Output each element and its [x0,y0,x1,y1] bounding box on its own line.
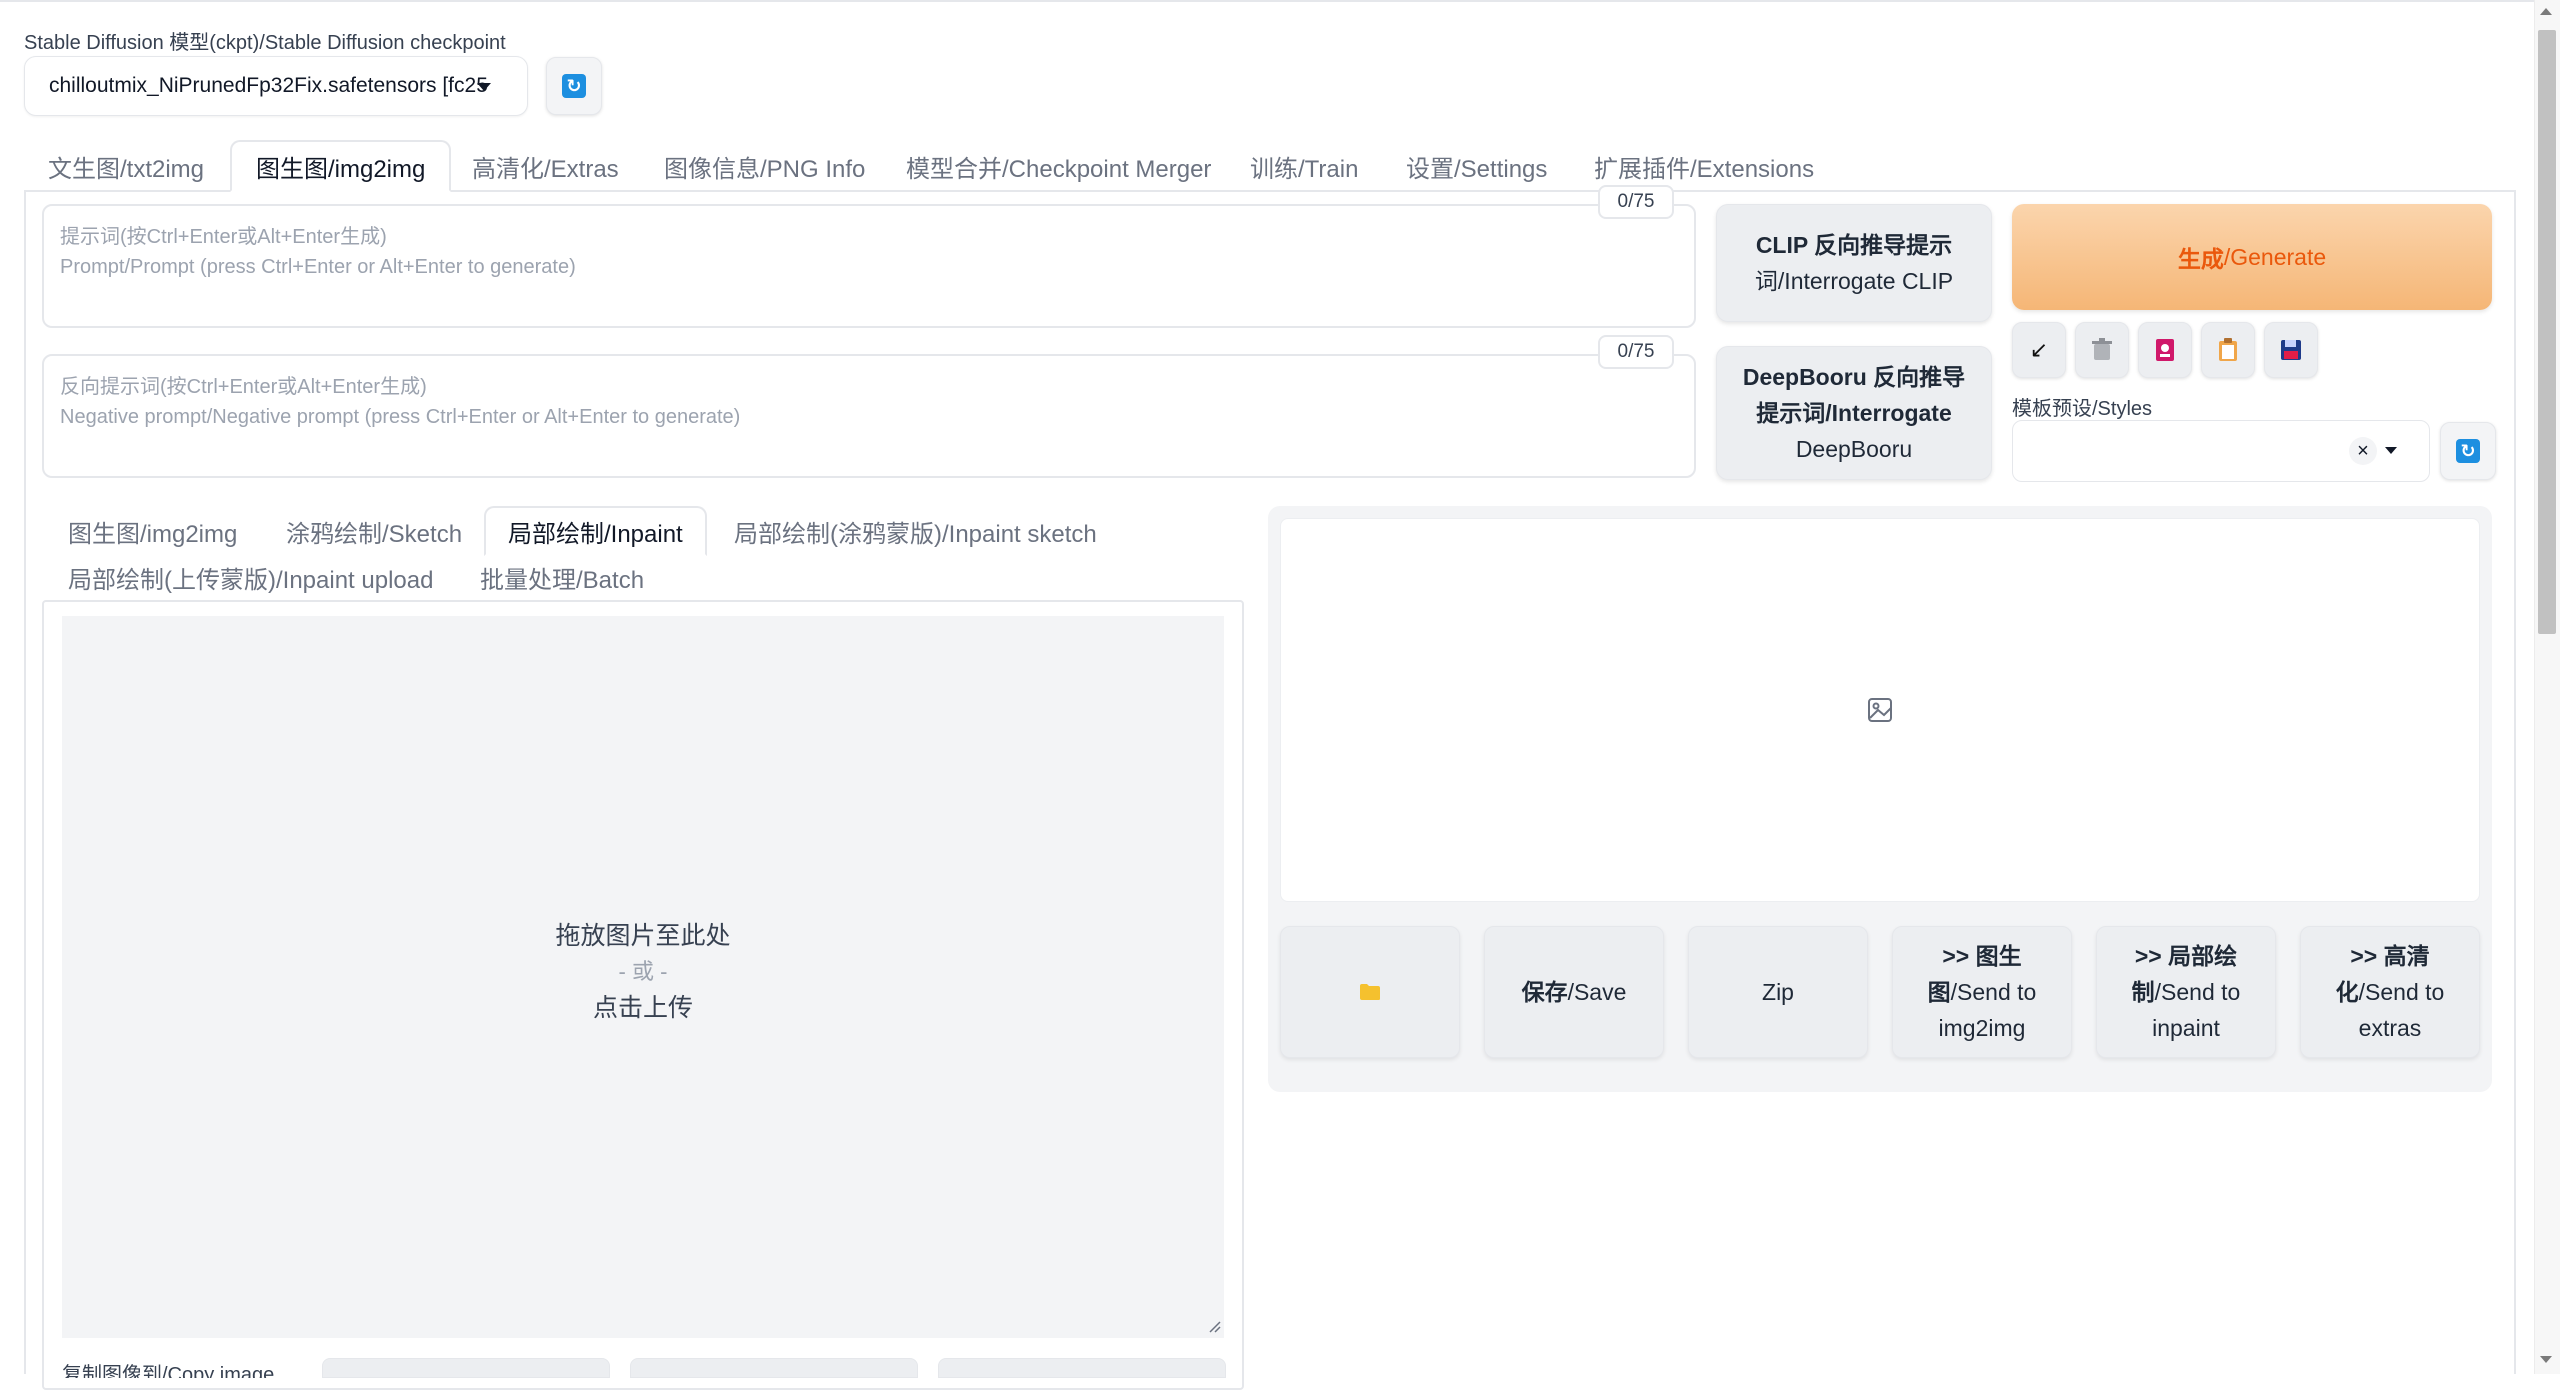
generate-label-cn: 生成 [2177,246,2224,272]
save-style-button[interactable] [2264,322,2318,378]
send-inpaint-line1: >> 局部绘 [2132,938,2241,974]
negative-prompt-token-counter: 0/75 [1598,335,1674,369]
interrogate-clip-line2: 词/Interrogate CLIP [1754,268,1954,294]
resize-handle-icon[interactable] [1208,1320,1222,1334]
top-border [0,0,2560,2]
zip-label: Zip [1762,979,1794,1005]
copy-image-button-2[interactable] [630,1358,918,1378]
styles-dropdown[interactable]: × [2012,420,2430,482]
send-to-img2img-button[interactable]: >> 图生 图/Send to img2img [1892,926,2072,1058]
checkpoint-label: Stable Diffusion 模型(ckpt)/Stable Diffusi… [24,32,506,54]
save-label-en: /Save [1567,979,1627,1005]
send-img2img-line3: img2img [1938,1015,2026,1041]
prompt-input[interactable]: 提示词(按Ctrl+Enter或Alt+Enter生成) Prompt/Prom… [42,204,1696,328]
scrollbar-thumb[interactable] [2538,30,2556,634]
negative-prompt-input[interactable]: 反向提示词(按Ctrl+Enter或Alt+Enter生成) Negative … [42,354,1696,478]
send-to-extras-button[interactable]: >> 高清 化/Send to extras [2300,926,2480,1058]
copy-image-button-1[interactable] [322,1358,610,1378]
send-img2img-line2: 图/Send to [1928,974,2037,1010]
send-extras-line2: 化/Send to [2336,974,2445,1010]
refresh-icon: ↻ [562,74,586,98]
styles-label: 模板预设/Styles [2012,398,2153,420]
image-placeholder-icon [1868,698,1892,722]
tab-checkpoint-merger[interactable]: 模型合并/Checkpoint Merger [882,140,1235,192]
scroll-down-arrow-icon[interactable] [2540,1356,2552,1363]
subtab-inpaint-sketch[interactable]: 局部绘制(涂鸦蒙版)/Inpaint sketch [712,506,1119,556]
save-label-cn: 保存 [1521,979,1568,1005]
interrogate-deepbooru-line1: DeepBooru 反向推导 [1742,364,1966,390]
subtab-img2img[interactable]: 图生图/img2img [46,506,259,556]
chevron-down-icon [477,83,491,91]
negative-prompt-placeholder-cn: 反向提示词(按Ctrl+Enter或Alt+Enter生成) [60,376,427,398]
dropzone-text: 拖放图片至此处 - 或 - 点击上传 [62,918,1224,1026]
prompt-token-counter: 0/75 [1598,185,1674,219]
tab-png-info[interactable]: 图像信息/PNG Info [640,140,889,192]
scroll-up-arrow-icon[interactable] [2540,8,2552,15]
send-extras-line3: extras [2358,1015,2422,1041]
tab-settings[interactable]: 设置/Settings [1382,140,1571,192]
chevron-down-icon [2385,447,2397,454]
arrow-down-left-icon: ↙ [2029,337,2049,362]
copy-image-button-3[interactable] [938,1358,1226,1378]
clear-icon[interactable]: × [2349,437,2377,465]
generate-label-en: /Generate [2223,243,2327,270]
show-extra-networks-button[interactable] [2138,322,2192,378]
send-inpaint-line1-bold: >> 局部绘 [2134,943,2238,969]
send-to-inpaint-button[interactable]: >> 局部绘 制/Send to inpaint [2096,926,2276,1058]
interrogate-deepbooru-line2: 提示词/Interrogate [1756,400,1952,426]
clipboard-icon [2219,338,2237,361]
trash-icon [2092,338,2112,360]
zip-button[interactable]: Zip [1688,926,1868,1058]
send-img2img-line1-bold: >> 图生 [1942,943,2022,969]
open-folder-button[interactable] [1280,926,1460,1058]
dropzone-line3: 点击上传 [592,994,693,1022]
read-params-button[interactable]: ↙ [2012,322,2066,378]
send-inpaint-line2-text: /Send to [2154,979,2241,1005]
send-inpaint-line2: 制/Send to [2132,974,2241,1010]
send-img2img-line2-text: /Send to [1950,979,2037,1005]
dropzone-line2: - 或 - [618,959,668,984]
dropzone-line1: 拖放图片至此处 [555,922,731,950]
send-extras-line2-text: /Send to [2358,979,2445,1005]
checkpoint-value: chilloutmix_NiPrunedFp32Fix.safetensors … [49,74,488,97]
send-inpaint-line2-bold: 制 [2131,979,2155,1005]
copy-image-label: 复制图像到/Copy image [62,1364,275,1378]
refresh-styles-button[interactable]: ↻ [2440,422,2496,480]
send-img2img-line1: >> 图生 [1928,938,2037,974]
interrogate-clip-line1: CLIP 反向推导提示 [1755,232,1953,258]
tab-train[interactable]: 训练/Train [1226,140,1382,192]
tab-extras[interactable]: 高清化/Extras [448,140,643,192]
checkpoint-dropdown[interactable]: chilloutmix_NiPrunedFp32Fix.safetensors … [24,56,528,116]
folder-icon [1360,984,1380,1000]
send-img2img-line2-bold: 图 [1927,979,1951,1005]
send-extras-line1: >> 高清 [2336,938,2445,974]
tab-txt2img[interactable]: 文生图/txt2img [24,140,228,192]
floppy-disk-icon [2281,340,2301,360]
clear-prompt-button[interactable] [2075,322,2129,378]
send-inpaint-line3: inpaint [2152,1015,2220,1041]
refresh-icon: ↻ [2456,439,2480,463]
negative-prompt-placeholder-en: Negative prompt/Negative prompt (press C… [60,406,741,428]
generate-button[interactable]: 生成/Generate [2012,204,2492,310]
card-icon [2156,339,2174,361]
interrogate-clip-button[interactable]: CLIP 反向推导提示 词/Interrogate CLIP [1716,204,1992,322]
subtab-inpaint-upload[interactable]: 局部绘制(上传蒙版)/Inpaint upload [46,552,455,602]
subtab-batch[interactable]: 批量处理/Batch [458,552,666,602]
prompt-placeholder-cn: 提示词(按Ctrl+Enter或Alt+Enter生成) [60,226,387,248]
send-extras-line1-bold: >> 高清 [2350,943,2430,969]
save-button[interactable]: 保存/Save [1484,926,1664,1058]
send-extras-line2-bold: 化 [2335,979,2359,1005]
apply-style-button[interactable] [2201,322,2255,378]
subtab-inpaint[interactable]: 局部绘制/Inpaint [484,506,707,556]
refresh-checkpoint-button[interactable]: ↻ [546,57,602,115]
interrogate-deepbooru-button[interactable]: DeepBooru 反向推导 提示词/Interrogate DeepBooru [1716,346,1992,480]
tab-img2img[interactable]: 图生图/img2img [230,140,452,192]
subtab-sketch[interactable]: 涂鸦绘制/Sketch [264,506,484,556]
interrogate-deepbooru-line3: DeepBooru [1795,436,1913,462]
prompt-placeholder-en: Prompt/Prompt (press Ctrl+Enter or Alt+E… [60,256,576,278]
